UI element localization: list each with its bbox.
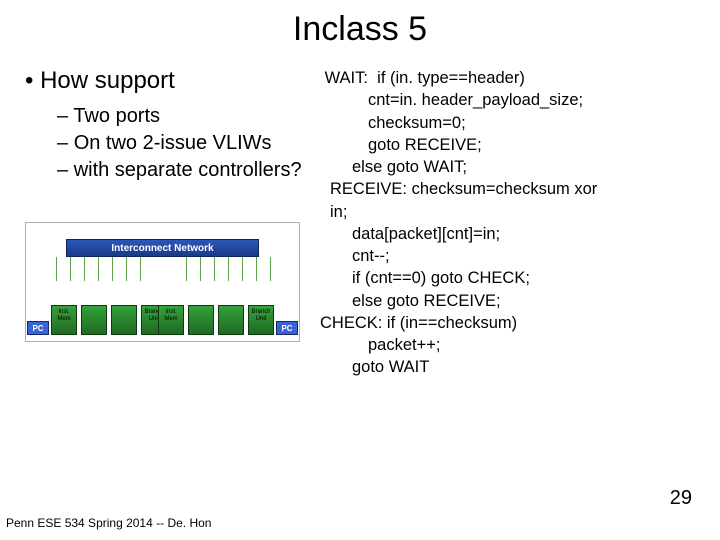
slide-body: How support Two ports On two 2-issue VLI… (0, 67, 720, 379)
architecture-diagram: Interconnect Network PC Inst. Mem Branch… (25, 222, 300, 342)
alu-right-1 (188, 305, 214, 335)
code-l8: data[packet][cnt]=in; (320, 223, 680, 245)
code-l13: packet++; (320, 334, 680, 356)
inst-mem-right: Inst. Mem (158, 305, 184, 335)
code-l1: WAIT: if (in. type==header) (320, 67, 680, 89)
code-l6: RECEIVE: checksum=checksum xor (320, 178, 680, 200)
code-l11: else goto RECEIVE; (320, 290, 680, 312)
code-l9: cnt--; (320, 245, 680, 267)
code-l4: goto RECEIVE; (320, 134, 680, 156)
sub-bullet-1: On two 2-issue VLIWs (57, 132, 320, 155)
footer-text: Penn ESE 534 Spring 2014 -- De. Hon (6, 516, 211, 530)
code-l5: else goto WAIT; (320, 156, 680, 178)
code-l12: CHECK: if (in==checksum) (320, 312, 680, 334)
inst-mem-left: Inst. Mem (51, 305, 77, 335)
code-l2: cnt=in. header_payload_size; (320, 89, 680, 111)
slide-title: Inclass 5 (0, 0, 720, 49)
pc-box-left: PC (27, 321, 49, 335)
interconnect-label: Interconnect Network (66, 239, 259, 257)
pseudocode-block: WAIT: if (in. type==header) cnt=in. head… (320, 67, 690, 379)
left-column: How support Two ports On two 2-issue VLI… (0, 67, 320, 379)
code-l10: if (cnt==0) goto CHECK; (320, 267, 680, 289)
code-l14: goto WAIT (320, 356, 680, 378)
sub-bullet-2: with separate controllers? (57, 159, 320, 182)
vliw-unit-right: Inst. Mem Branch Unit PC (126, 267, 296, 335)
branch-unit-right: Branch Unit (248, 305, 274, 335)
alu-right-2 (218, 305, 244, 335)
pc-box-right: PC (276, 321, 298, 335)
bullet-main: How support (25, 67, 320, 95)
slide-number: 29 (670, 487, 692, 510)
alu-left-1 (81, 305, 107, 335)
code-l3: checksum=0; (320, 112, 680, 134)
sub-bullet-0: Two ports (57, 105, 320, 128)
code-l7: in; (320, 201, 680, 223)
